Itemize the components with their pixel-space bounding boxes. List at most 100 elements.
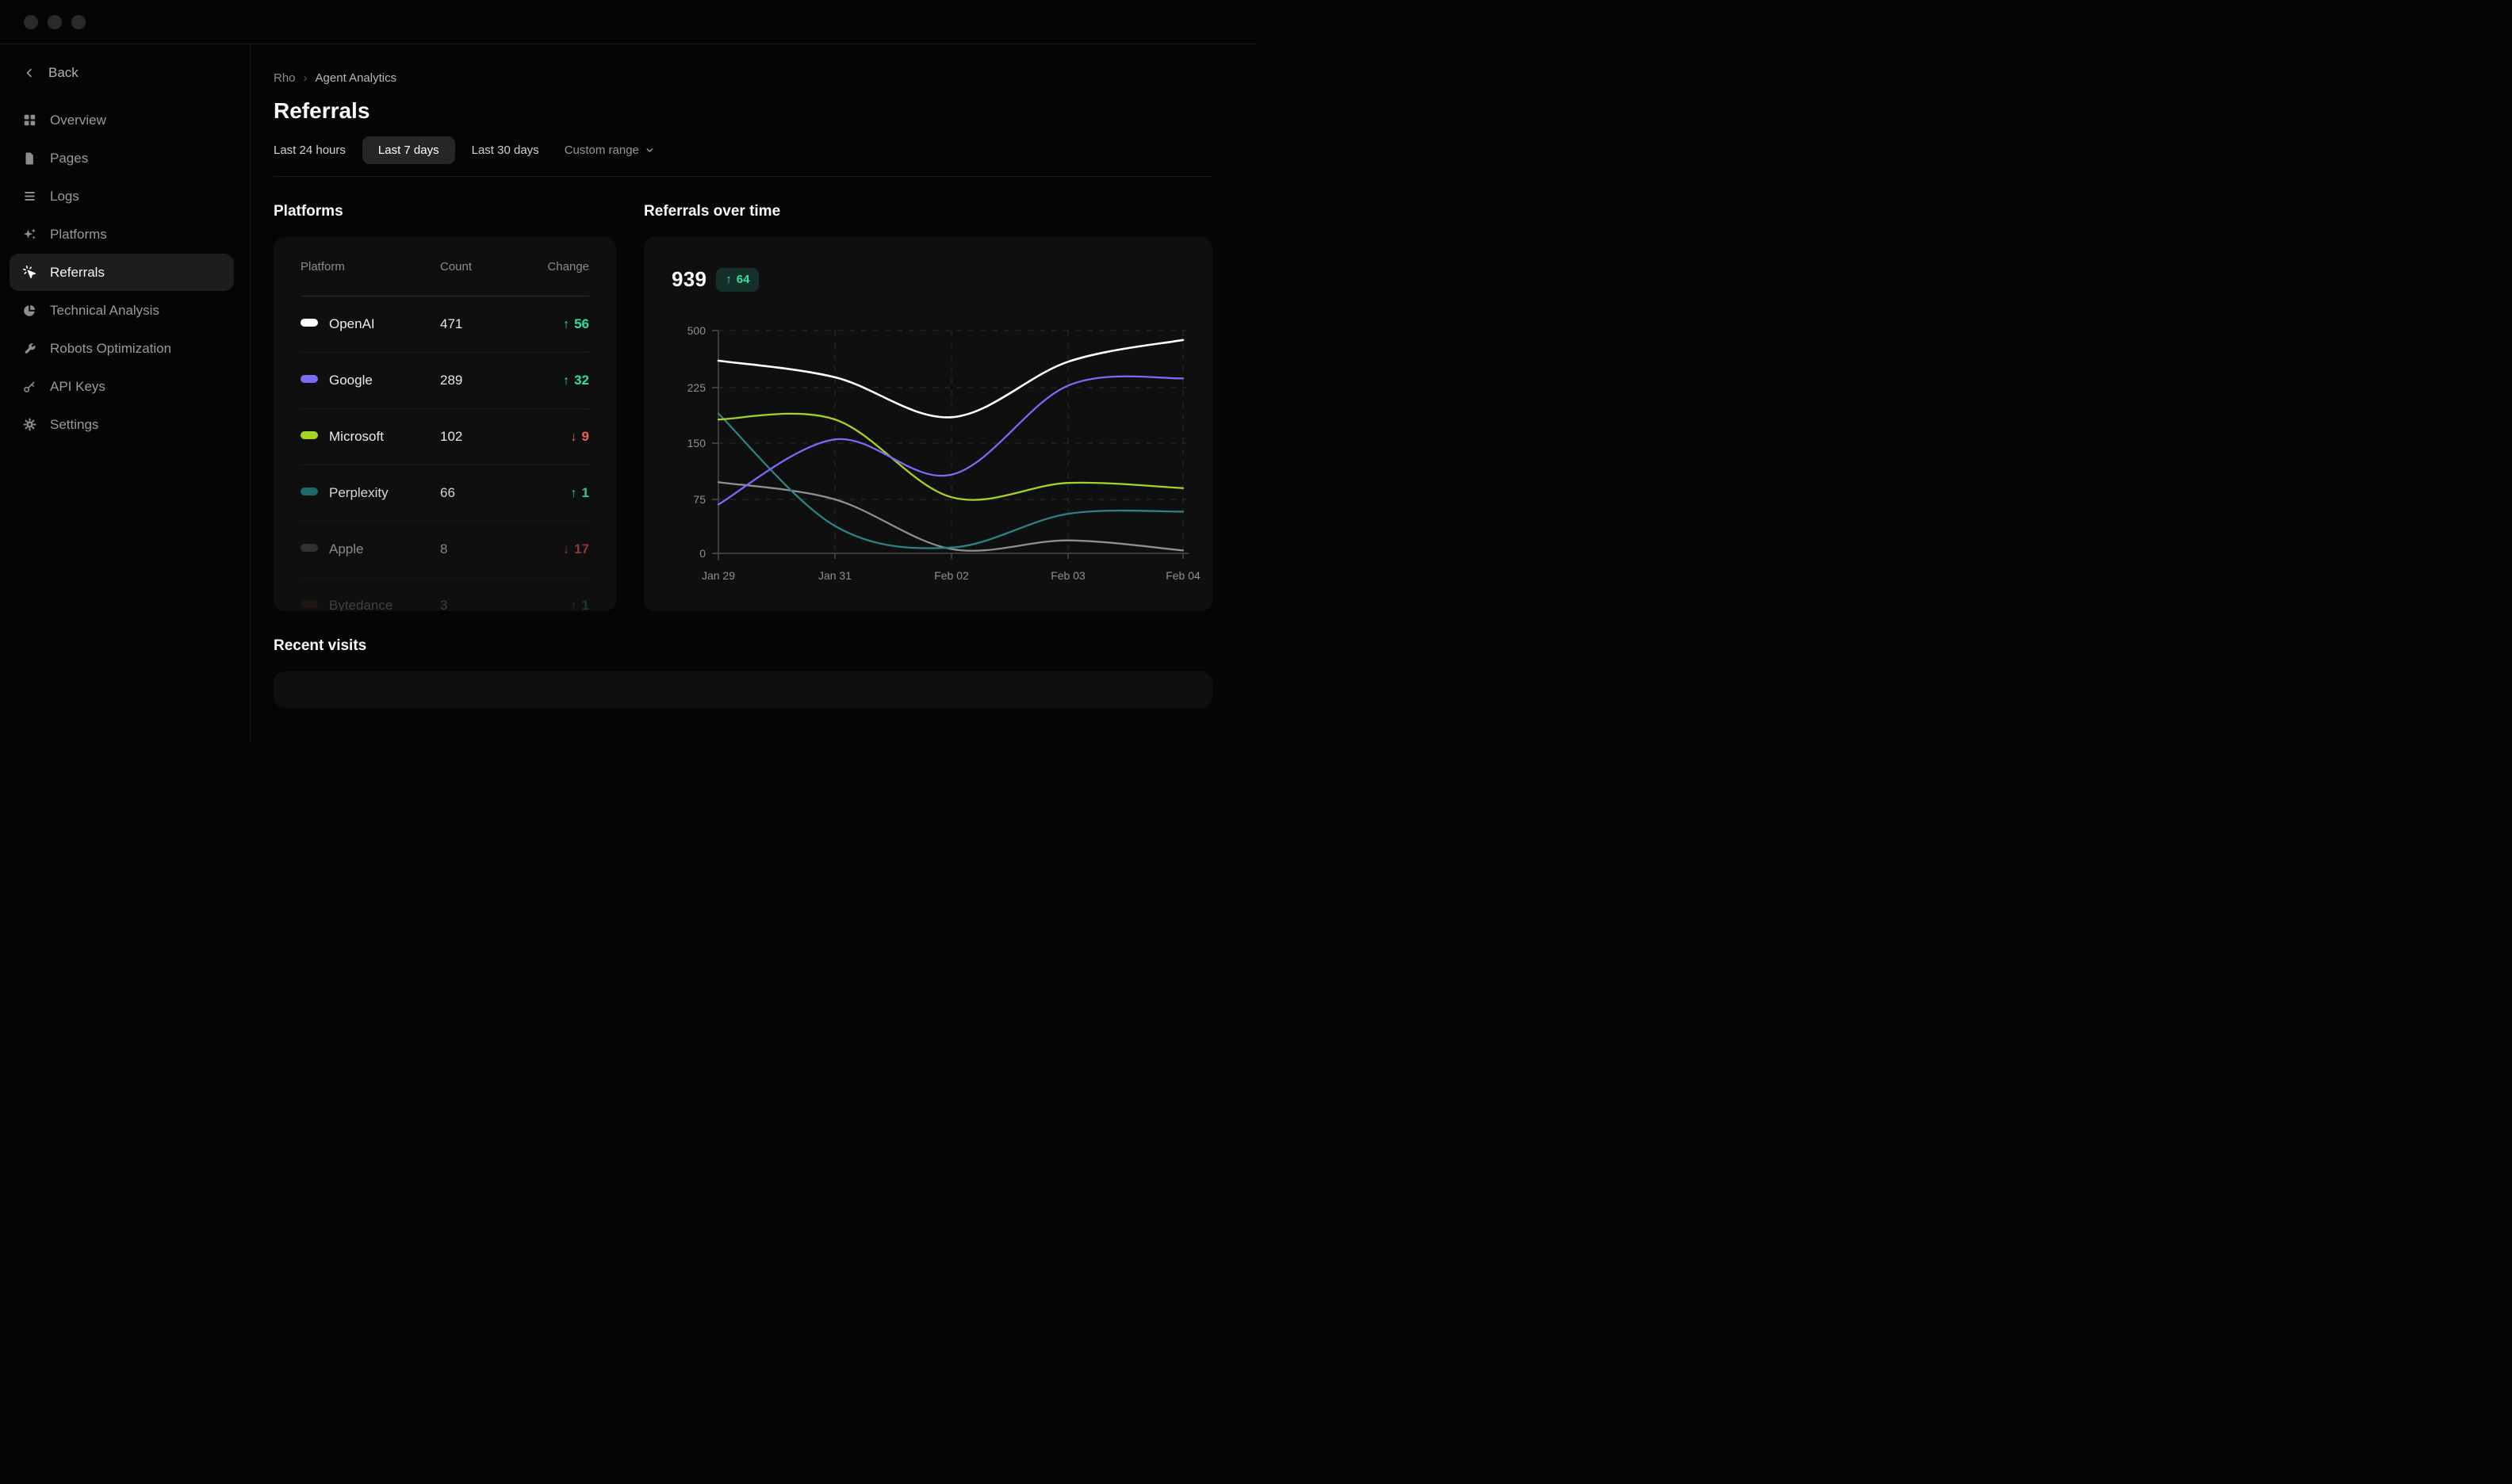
window-dot-1[interactable] xyxy=(24,15,38,29)
change-value: 32 xyxy=(574,373,589,388)
window-dot-2[interactable] xyxy=(48,15,62,29)
titlebar xyxy=(0,0,1256,44)
platform-change: ↑ 56 xyxy=(519,316,589,332)
change-value: 17 xyxy=(574,541,589,556)
sidebar-item-robots-optimization[interactable]: Robots Optimization xyxy=(10,330,234,367)
platform-change: ↓ 9 xyxy=(519,429,589,445)
referrals-chart-card: 939 ↑ 64 0 75 150 225 500 Jan 29 Jan 31 Feb 02 F… xyxy=(644,237,1212,611)
breadcrumb-root[interactable]: Rho xyxy=(274,71,296,85)
table-row-apple: Apple 8 ↓ 17 xyxy=(301,522,589,578)
wrench-icon xyxy=(21,341,37,357)
time-range-tabs: Last 24 hours Last 7 days Last 30 days Cust… xyxy=(274,136,1212,164)
platform-name: Perplexity xyxy=(329,485,389,500)
change-value: 56 xyxy=(574,316,589,331)
platforms-section: Platforms Platform Count Change OpenAI 47… xyxy=(274,177,616,611)
table-row-perplexity: Perplexity 66 ↑ 1 xyxy=(301,465,589,522)
sidebar-item-logs[interactable]: Logs xyxy=(10,178,234,215)
sidebar-nav: Overview Pages Logs Platforms Referrals Techn… xyxy=(0,101,250,443)
chevron-down-icon xyxy=(645,145,655,155)
svg-text:Feb 03: Feb 03 xyxy=(1051,569,1086,582)
platforms-heading: Platforms xyxy=(274,203,343,220)
sidebar-item-platforms[interactable]: Platforms xyxy=(10,216,234,253)
arrow-up-icon: ↑ xyxy=(563,318,570,331)
column-change: Change xyxy=(547,259,589,273)
tab-last-24-hours[interactable]: Last 24 hours xyxy=(274,136,346,164)
svg-text:0: 0 xyxy=(699,547,706,560)
apple-color-pill-icon xyxy=(301,544,318,552)
sidebar-item-label: API Keys xyxy=(50,378,105,394)
perplexity-color-pill-icon xyxy=(301,488,318,495)
change-value: 1 xyxy=(581,485,589,500)
sidebar-item-api-keys[interactable]: API Keys xyxy=(10,368,234,405)
main-content: Rho › Agent Analytics Referrals Last 24 … xyxy=(251,44,1256,741)
platform-change: ↓ 17 xyxy=(519,541,589,557)
recent-visits-card[interactable] xyxy=(274,671,1212,708)
grid-icon xyxy=(21,113,37,128)
tab-custom-range[interactable]: Custom range xyxy=(565,136,655,164)
breadcrumb-chevron-icon: › xyxy=(303,71,308,85)
sidebar-item-label: Robots Optimization xyxy=(50,340,172,356)
chevron-left-icon xyxy=(21,65,37,81)
recent-visits-heading: Recent visits xyxy=(274,637,367,654)
svg-text:Jan 29: Jan 29 xyxy=(702,569,735,582)
sidebar-item-technical-analysis[interactable]: Technical Analysis xyxy=(10,292,234,329)
back-label: Back xyxy=(48,65,78,80)
svg-text:Feb 02: Feb 02 xyxy=(934,569,969,582)
sidebar-item-label: Technical Analysis xyxy=(50,302,159,318)
column-count: Count xyxy=(440,259,473,273)
column-platform: Platform xyxy=(301,259,345,273)
platform-name: Apple xyxy=(329,541,364,556)
pointer-click-icon xyxy=(21,265,37,281)
back-button[interactable]: Back xyxy=(0,55,250,90)
tab-label: Custom range xyxy=(564,143,639,157)
sidebar-item-overview[interactable]: Overview xyxy=(10,101,234,139)
tab-last-30-days[interactable]: Last 30 days xyxy=(472,136,539,164)
svg-text:500: 500 xyxy=(687,324,706,337)
sidebar-item-referrals[interactable]: Referrals xyxy=(10,254,234,291)
svg-text:75: 75 xyxy=(693,493,706,506)
pie-chart-icon xyxy=(21,303,37,319)
sidebar-item-pages[interactable]: Pages xyxy=(10,140,234,177)
arrow-up-icon: ↑ xyxy=(570,599,577,611)
window-dot-3[interactable] xyxy=(71,15,86,29)
sparkles-icon xyxy=(21,227,37,243)
gear-icon xyxy=(21,417,37,433)
arrow-up-icon: ↑ xyxy=(570,487,577,500)
platform-name: Google xyxy=(329,373,373,388)
tab-label: Last 7 days xyxy=(377,143,439,157)
sidebar-item-label: Logs xyxy=(50,188,79,204)
platform-change: ↑ 1 xyxy=(519,598,589,611)
openai-color-pill-icon xyxy=(301,319,318,327)
platform-name: Bytedance xyxy=(329,598,393,611)
google-color-pill-icon xyxy=(301,375,318,383)
arrow-down-icon: ↓ xyxy=(570,430,577,444)
table-row-microsoft: Microsoft 102 ↓ 9 xyxy=(301,409,589,465)
breadcrumb: Rho › Agent Analytics xyxy=(274,71,1212,85)
sidebar-item-label: Referrals xyxy=(50,264,105,280)
referrals-chart-section: Referrals over time 939 ↑ 64 0 75 150 225 50… xyxy=(644,177,1212,611)
tab-last-7-days[interactable]: Last 7 days xyxy=(362,136,455,164)
platform-change: ↑ 32 xyxy=(519,373,589,388)
key-icon xyxy=(21,379,37,395)
microsoft-color-pill-icon xyxy=(301,431,318,439)
platforms-card[interactable]: Platform Count Change OpenAI 471 ↑ 56 Google… xyxy=(274,237,616,611)
platforms-table-body: OpenAI 471 ↑ 56 Google 289 ↑ 32 Microsoft 102 ↓ 9 Pe… xyxy=(301,296,589,611)
breadcrumb-current: Agent Analytics xyxy=(315,71,397,85)
sidebar-item-label: Settings xyxy=(50,416,99,432)
platform-count: 289 xyxy=(440,373,463,388)
window-controls xyxy=(24,15,86,29)
platform-count: 3 xyxy=(440,598,448,611)
bytedance-color-pill-icon xyxy=(301,600,318,608)
document-icon xyxy=(21,151,37,166)
tab-label: Last 24 hours xyxy=(274,143,346,157)
sidebar-item-settings[interactable]: Settings xyxy=(10,406,234,443)
platform-name: OpenAI xyxy=(329,316,375,331)
table-row-openai: OpenAI 471 ↑ 56 xyxy=(301,296,589,353)
table-row-google: Google 289 ↑ 32 xyxy=(301,353,589,409)
sidebar: Back Overview Pages Logs Platforms Referrals… xyxy=(0,44,251,741)
svg-text:225: 225 xyxy=(687,381,706,394)
change-value: 9 xyxy=(581,429,589,444)
chart-heading: Referrals over time xyxy=(644,203,781,220)
platform-name: Microsoft xyxy=(329,429,384,444)
page-title: Referrals xyxy=(274,98,370,123)
